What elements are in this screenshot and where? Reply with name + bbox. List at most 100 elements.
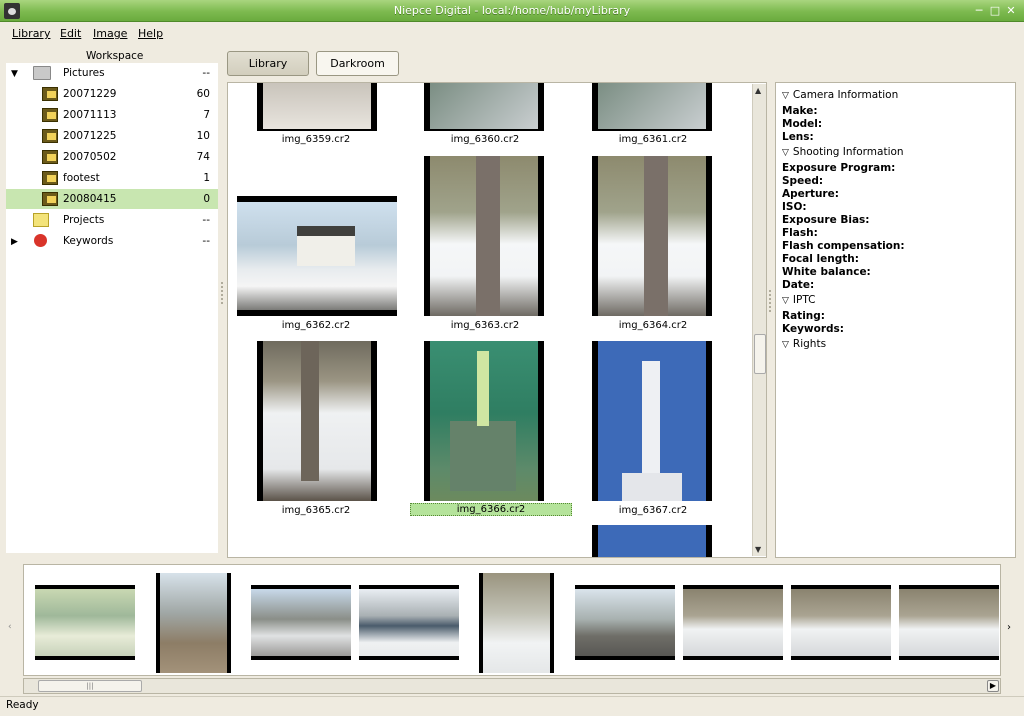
grid-cell[interactable]: [568, 525, 738, 557]
tree-item-projects[interactable]: Projects --: [6, 210, 218, 230]
tree-item-count: 10: [196, 130, 210, 142]
grid-cell[interactable]: img_6364.cr2: [568, 156, 738, 336]
section-iptc[interactable]: ▽ IPTC: [782, 294, 815, 306]
image-caption: img_6365.cr2: [281, 505, 351, 516]
collapse-triangle-icon[interactable]: ▽: [782, 340, 789, 350]
menu-help[interactable]: Help: [138, 27, 163, 40]
image-caption: img_6362.cr2: [281, 320, 351, 331]
projects-icon: [33, 213, 49, 227]
tab-library[interactable]: Library: [227, 51, 309, 76]
tree-item-label: Keywords: [63, 235, 114, 247]
filmstrip-thumbnail[interactable]: [575, 585, 675, 660]
thumbnail: [257, 341, 377, 501]
section-shooting-information[interactable]: ▽ Shooting Information: [782, 146, 904, 158]
filmstrip-thumbnail[interactable]: [251, 585, 351, 660]
image-caption: img_6363.cr2: [450, 320, 520, 331]
section-title: Shooting Information: [792, 146, 904, 158]
tree-item-label: 20071225: [63, 130, 117, 142]
metadata-panel: ▽ Camera Information Make: Model: Lens: ▽…: [775, 82, 1016, 558]
field-make: Make:: [782, 105, 818, 117]
grid-cell[interactable]: img_6366.cr2: [400, 341, 572, 521]
menu-library[interactable]: Library: [12, 27, 50, 40]
tree-item-20080415[interactable]: 20080415 0: [6, 189, 218, 209]
thumbnail: [592, 525, 712, 557]
pane-splitter[interactable]: [769, 290, 771, 312]
close-icon[interactable]: ✕: [1004, 4, 1018, 18]
grid-vertical-scrollbar[interactable]: ▲ ▼: [752, 84, 766, 556]
image-grid[interactable]: img_6359.cr2 img_6360.cr2 img_6361.cr2 i…: [227, 82, 767, 558]
tree-item-count: 74: [196, 151, 210, 163]
tree-item-label: footest: [63, 172, 100, 184]
grid-cell[interactable]: img_6362.cr2: [231, 156, 401, 336]
maximize-icon[interactable]: □: [988, 4, 1002, 18]
tree-item-count: --: [202, 214, 210, 226]
collapse-triangle-icon[interactable]: ▽: [782, 296, 789, 306]
filmstrip-thumbnail[interactable]: [683, 585, 783, 660]
field-white-balance: White balance:: [782, 266, 871, 278]
tree-item-20070502[interactable]: 20070502 74: [6, 147, 218, 167]
grid-cell[interactable]: img_6367.cr2: [568, 341, 738, 521]
pane-splitter[interactable]: [221, 282, 223, 304]
tree-item-pictures[interactable]: ▼ Pictures --: [6, 63, 218, 83]
field-keywords: Keywords:: [782, 323, 844, 335]
filmstrip-horizontal-scrollbar[interactable]: ||| ▶: [23, 678, 1001, 694]
field-focal-length: Focal length:: [782, 253, 859, 265]
thumbnail: [424, 341, 544, 501]
grid-cell[interactable]: img_6361.cr2: [568, 83, 738, 153]
tree-item-20071113[interactable]: 20071113 7: [6, 105, 218, 125]
scroll-up-icon[interactable]: ▲: [755, 86, 761, 95]
filmstrip-next-icon[interactable]: ›: [1007, 622, 1011, 633]
filmstrip-prev-icon[interactable]: ‹: [8, 622, 12, 632]
field-aperture: Aperture:: [782, 188, 839, 200]
section-title: IPTC: [792, 294, 816, 306]
window-title: Niepce Digital - local:/home/hub/myLibra…: [393, 4, 631, 17]
menu-image[interactable]: Image: [93, 27, 127, 40]
scroll-down-icon[interactable]: ▼: [755, 545, 761, 554]
tree-item-label: 20071113: [63, 109, 117, 121]
field-iso: ISO:: [782, 201, 807, 213]
scrollbar-thumb[interactable]: |||: [38, 680, 142, 692]
film-roll-icon: [42, 192, 58, 206]
expander-open-icon[interactable]: ▼: [11, 69, 18, 79]
filmstrip-thumbnail[interactable]: [156, 573, 231, 673]
film-roll-icon: [42, 129, 58, 143]
filmstrip[interactable]: [23, 564, 1001, 676]
thumbnail: [424, 156, 544, 316]
tree-item-label: 20070502: [63, 151, 117, 163]
film-roll-icon: [42, 171, 58, 185]
filmstrip-thumbnail[interactable]: [791, 585, 891, 660]
image-caption: img_6359.cr2: [281, 134, 351, 145]
scrollbar-thumb[interactable]: [754, 334, 766, 374]
tree-item-count: 7: [203, 109, 210, 121]
filmstrip-thumbnail[interactable]: [35, 585, 135, 660]
expander-closed-icon[interactable]: ▶: [11, 237, 18, 247]
section-camera-information[interactable]: ▽ Camera Information: [782, 89, 898, 101]
menu-bar: Library Edit Image Help: [0, 22, 1024, 44]
grid-cell[interactable]: img_6359.cr2: [231, 83, 401, 153]
tree-item-keywords[interactable]: ▶ Keywords --: [6, 231, 218, 251]
tree-item-20071225[interactable]: 20071225 10: [6, 126, 218, 146]
grid-cell[interactable]: img_6365.cr2: [231, 341, 401, 521]
filmstrip-thumbnail[interactable]: [479, 573, 554, 673]
tree-item-count: 1: [203, 172, 210, 184]
thumbnail: [592, 83, 712, 131]
status-bar: Ready: [0, 696, 1024, 716]
thumbnail: [424, 83, 544, 131]
collapse-triangle-icon[interactable]: ▽: [782, 148, 789, 158]
scroll-right-icon[interactable]: ▶: [987, 680, 999, 692]
grid-cell[interactable]: img_6363.cr2: [400, 156, 570, 336]
tree-item-20071229[interactable]: 20071229 60: [6, 84, 218, 104]
tab-darkroom[interactable]: Darkroom: [316, 51, 399, 76]
grid-cell[interactable]: img_6360.cr2: [400, 83, 570, 153]
tree-item-footest[interactable]: footest 1: [6, 168, 218, 188]
workspace-tree[interactable]: ▼ Pictures -- 20071229 60 20071113 7 200…: [6, 63, 218, 553]
field-model: Model:: [782, 118, 823, 130]
menu-image-label: Image: [93, 27, 128, 40]
collapse-triangle-icon[interactable]: ▽: [782, 91, 789, 101]
menu-edit[interactable]: Edit: [60, 27, 81, 40]
minimize-icon[interactable]: ─: [972, 4, 986, 18]
filmstrip-thumbnail[interactable]: [899, 585, 999, 660]
section-rights[interactable]: ▽ Rights: [782, 338, 826, 350]
image-caption: img_6364.cr2: [618, 320, 688, 331]
filmstrip-thumbnail[interactable]: [359, 585, 459, 660]
